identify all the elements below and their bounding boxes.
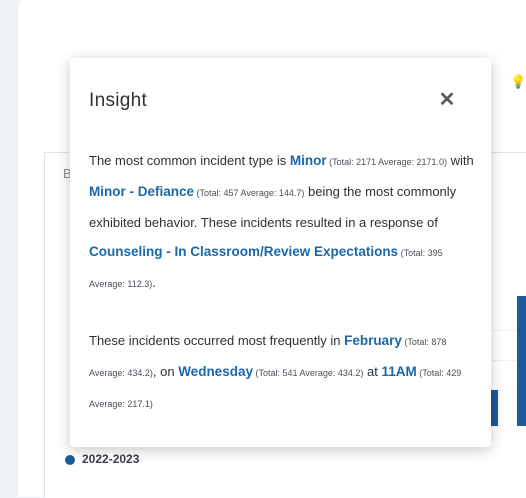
insight-modal: Insight ✕ The most common incident type … xyxy=(70,58,491,447)
insight-text: The most common incident type is Minor (… xyxy=(89,146,479,419)
insight-paragraph-2: These incidents occurred most frequently… xyxy=(89,333,462,409)
incident-type-link: Minor xyxy=(289,153,327,168)
lightbulb-icon[interactable]: 💡 xyxy=(510,74,526,90)
chart-bar xyxy=(517,296,526,426)
legend-swatch xyxy=(65,455,75,465)
legend-label[interactable]: 2022-2023 xyxy=(82,452,139,466)
insight-paragraph-1: The most common incident type is Minor (… xyxy=(89,153,474,290)
time-link: 11AM xyxy=(381,364,417,379)
chart-bar xyxy=(490,390,498,426)
day-link: Wednesday xyxy=(178,364,253,379)
response-link: Counseling - In Classroom/Review Expecta… xyxy=(89,244,399,259)
month-link: February xyxy=(344,333,402,348)
close-icon[interactable]: ✕ xyxy=(434,87,460,113)
behavior-link: Minor - Defiance xyxy=(89,184,195,199)
modal-title: Insight xyxy=(89,90,148,111)
